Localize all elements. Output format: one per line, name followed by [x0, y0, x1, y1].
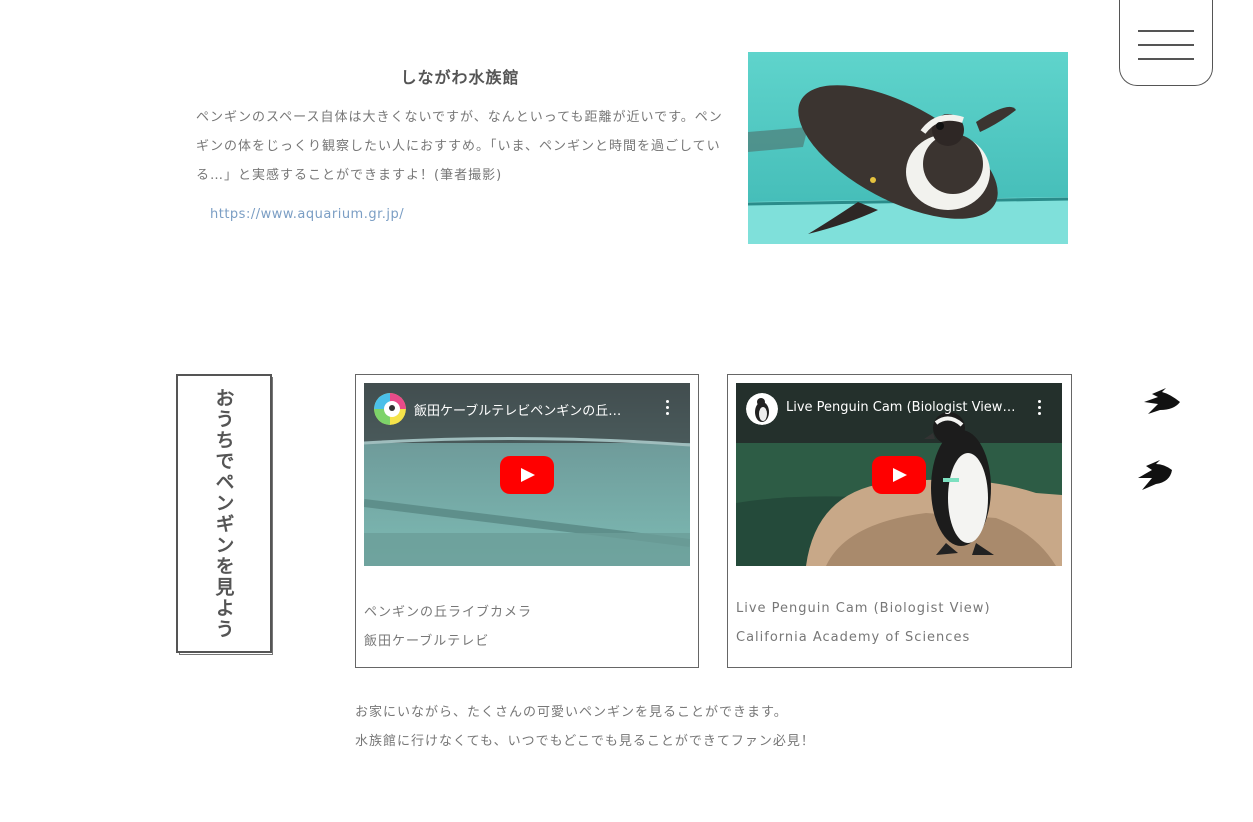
- penguin-footprint-icon: [1144, 388, 1180, 414]
- video-embed[interactable]: 飯田ケーブルテレビペンギンの丘…: [364, 383, 690, 566]
- video-caption-channel: 飯田ケーブルテレビ: [364, 634, 490, 649]
- video-title[interactable]: Live Penguin Cam (Biologist View…: [786, 400, 1018, 415]
- penguin-footprint-icon: [1138, 460, 1172, 490]
- bottom-line-2: 水族館に行けなくても、いつでもどこでも見ることができてファン必見！: [355, 734, 815, 749]
- video-embed[interactable]: Live Penguin Cam (Biologist View…: [736, 383, 1062, 566]
- hamburger-menu-button[interactable]: [1119, 0, 1213, 86]
- hamburger-icon-bar: [1138, 44, 1194, 46]
- more-vertical-icon[interactable]: [1038, 400, 1042, 416]
- video-caption-channel: California Academy of Sciences: [736, 630, 971, 645]
- penguin-swimming-photo: [748, 52, 1068, 244]
- bottom-description: お家にいながら、たくさんの可愛いペンギンを見ることができます。 水族館に行けなく…: [355, 698, 815, 756]
- aquarium-link[interactable]: https://www.aquarium.gr.jp/: [210, 207, 404, 222]
- hamburger-icon-bar: [1138, 58, 1194, 60]
- hamburger-icon: [1138, 30, 1194, 32]
- channel-avatar[interactable]: [374, 393, 406, 425]
- video-caption-title: ペンギンの丘ライブカメラ: [364, 605, 533, 620]
- channel-avatar[interactable]: [746, 393, 778, 425]
- bottom-line-1: お家にいながら、たくさんの可愛いペンギンを見ることができます。: [355, 705, 788, 720]
- play-icon[interactable]: [872, 456, 926, 494]
- play-icon[interactable]: [500, 456, 554, 494]
- video-card: Live Penguin Cam (Biologist View… Live P…: [727, 374, 1072, 668]
- section-heading-box: おうちでペンギンを見よう: [176, 374, 274, 656]
- video-card: 飯田ケーブルテレビペンギンの丘… ペンギンの丘ライブカメラ 飯田ケーブルテレビ: [355, 374, 699, 668]
- section-heading: おうちでペンギンを見よう: [176, 374, 272, 653]
- aquarium-description: ペンギンのスペース自体は大きくないですが、なんといっても距離が近いです。ペンギン…: [196, 110, 723, 183]
- aquarium-title: しながわ水族館: [400, 68, 520, 87]
- video-title[interactable]: 飯田ケーブルテレビペンギンの丘…: [414, 400, 646, 419]
- video-caption-title: Live Penguin Cam (Biologist View): [736, 601, 991, 616]
- more-vertical-icon[interactable]: [666, 400, 670, 416]
